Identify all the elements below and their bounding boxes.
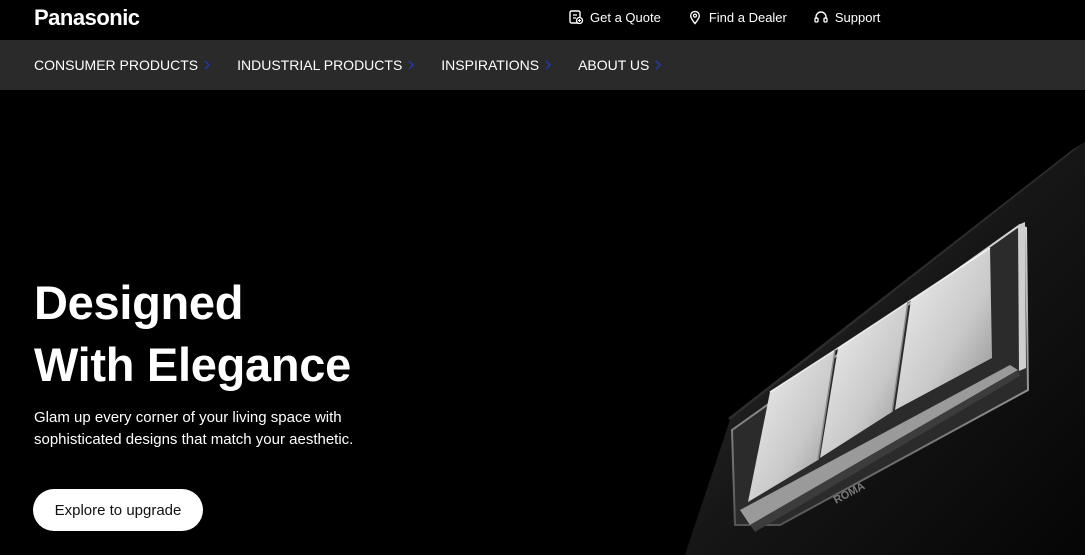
nav-inspirations[interactable]: INSPIRATIONS bbox=[441, 57, 552, 73]
support-link[interactable]: Support bbox=[813, 9, 881, 25]
chevron-right-icon bbox=[204, 60, 211, 70]
nav-about-us[interactable]: ABOUT US bbox=[578, 57, 662, 73]
location-pin-icon bbox=[689, 10, 700, 25]
get-a-quote-link[interactable]: Get a Quote bbox=[568, 9, 661, 25]
hero-title-line1: Designed bbox=[34, 276, 244, 329]
support-label: Support bbox=[834, 9, 881, 25]
switch-panel-image: ROMA bbox=[685, 142, 1085, 555]
hero-banner: ROMA Designed With Elegance Glam up ever… bbox=[0, 90, 1085, 555]
nav-inspirations-label: INSPIRATIONS bbox=[441, 57, 540, 73]
find-a-dealer-link[interactable]: Find a Dealer bbox=[687, 9, 787, 25]
top-bar: Panasonic Get a Quote Find a Dealer Supp… bbox=[0, 0, 1085, 40]
chevron-right-icon bbox=[545, 60, 552, 70]
nav-industrial-products-label: INDUSTRIAL PRODUCTS bbox=[237, 57, 403, 73]
chevron-right-icon bbox=[655, 60, 662, 70]
hero-title: Designed With Elegance bbox=[34, 272, 351, 396]
explore-to-upgrade-button[interactable]: Explore to upgrade bbox=[33, 489, 203, 531]
find-a-dealer-label: Find a Dealer bbox=[708, 9, 787, 25]
hero-subtitle-line1: Glam up every corner of your living spac… bbox=[34, 409, 342, 426]
nav-consumer-products-label: CONSUMER PRODUCTS bbox=[34, 57, 199, 73]
get-a-quote-label: Get a Quote bbox=[590, 9, 661, 25]
nav-consumer-products[interactable]: CONSUMER PRODUCTS bbox=[34, 57, 211, 73]
chevron-right-icon bbox=[408, 60, 415, 70]
utility-nav: Get a Quote Find a Dealer Support bbox=[568, 9, 880, 25]
nav-industrial-products[interactable]: INDUSTRIAL PRODUCTS bbox=[237, 57, 415, 73]
nav-about-us-label: ABOUT US bbox=[578, 57, 650, 73]
main-nav: CONSUMER PRODUCTS INDUSTRIAL PRODUCTS IN… bbox=[0, 40, 1085, 90]
panasonic-logo[interactable]: Panasonic bbox=[34, 5, 140, 31]
headset-icon bbox=[814, 11, 828, 23]
quote-icon bbox=[569, 10, 584, 25]
hero-title-line2: With Elegance bbox=[34, 338, 351, 391]
hero-subtitle: Glam up every corner of your living spac… bbox=[34, 407, 434, 451]
hero-subtitle-line2: sophisticated designs that match your ae… bbox=[34, 431, 354, 448]
